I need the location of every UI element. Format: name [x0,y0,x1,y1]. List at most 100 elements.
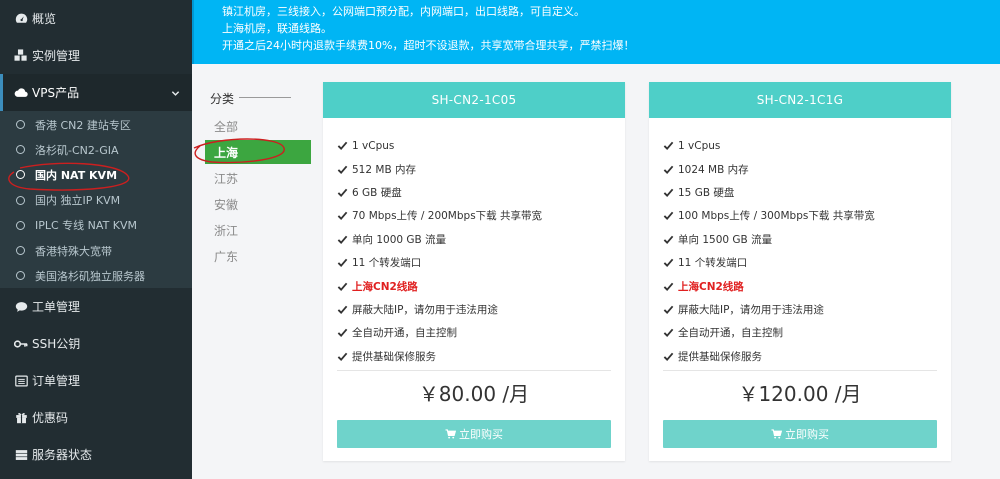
sidebar-item-coupons[interactable]: 优惠码 [0,399,192,436]
feature-text: 1 vCpus [352,139,395,152]
feature-item: 屏蔽大陆IP，请勿用于违法用途 [663,298,951,321]
check-icon [337,212,348,221]
feature-list: 1 vCpus 1024 MB 内存 15 GB 硬盘 100 Mbps上传 /… [649,118,951,368]
submenu-item-hk-cn2[interactable]: 香港 CN2 建站专区 [0,112,192,137]
check-icon [337,188,348,198]
check-icon [337,305,348,314]
feature-item: 全自动开通，自主控制 [663,321,951,344]
submenu-item-la-cn2-gia[interactable]: 洛杉矶-CN2-GIA [0,137,192,162]
product-price: ￥120.00 /月 [738,382,862,406]
category-list: 全部 上海 江苏 安徽 浙江 广东 [205,113,311,269]
feature-text: 1 vCpus [678,139,721,152]
sidebar-item-label: VPS产品 [32,86,80,100]
feature-item: 1024 MB 内存 [663,157,951,180]
submenu-item-us-la-dedicated[interactable]: 美国洛杉矶独立服务器 [0,263,192,288]
category-jiangsu[interactable]: 江苏 [205,165,311,191]
sidebar-item-server-status[interactable]: 服务器状态 [0,436,192,473]
category-shanghai[interactable]: 上海 [205,140,311,164]
category-all[interactable]: 全部 [205,113,311,139]
check-icon [337,282,348,291]
submenu-item-iplc-nat-kvm[interactable]: IPLC 专线 NAT KVM [0,213,192,238]
sidebar-item-ssh-keys[interactable]: SSH公钥 [0,325,192,362]
feature-item: 屏蔽大陆IP，请勿用于违法用途 [337,298,625,321]
submenu-item-label: IPLC 专线 NAT KVM [35,219,138,233]
category-zhejiang[interactable]: 浙江 [205,217,311,243]
feature-text: 屏蔽大陆IP，请勿用于违法用途 [678,303,824,316]
circle-icon [16,170,25,180]
circle-icon [16,120,25,130]
feature-item: 100 Mbps上传 / 300Mbps下载 共享带宽 [663,204,951,227]
sidebar-item-label: 概览 [32,12,57,26]
feature-text: 提供基础保修服务 [678,350,762,363]
feature-item: 1 vCpus [663,134,951,157]
category-anhui[interactable]: 安徽 [205,191,311,217]
submenu-item-label: 美国洛杉矶独立服务器 [35,269,145,283]
key-icon [14,337,28,351]
notice-banner: 镇江机房，三线接入，公网端口预分配，内网端口，出口线路，可自定义。 上海机房，联… [194,0,1000,64]
card-divider [663,370,937,371]
feature-item: 11 个转发端口 [337,251,625,274]
submenu-item-label: 国内 独立IP KVM [35,194,121,208]
check-icon [337,141,348,151]
gift-icon [14,411,28,425]
dashboard-icon [14,12,28,26]
cart-icon [771,429,782,439]
chevron-down-icon [171,87,180,101]
buy-now-button[interactable]: 立即购买 [663,420,937,448]
list-icon [14,374,28,388]
submenu-item-hk-bandwidth[interactable]: 香港特殊大宽带 [0,238,192,263]
check-icon [337,329,348,338]
sidebar-item-tickets[interactable]: 工单管理 [0,288,192,325]
feature-text: 全自动开通，自主控制 [352,327,457,340]
feature-item: 11 个转发端口 [663,251,951,274]
category-guangdong[interactable]: 广东 [205,243,311,269]
feature-text: 11 个转发端口 [352,257,422,270]
check-icon [663,141,674,151]
feature-text: 提供基础保修服务 [352,350,436,363]
buy-now-label: 立即购买 [785,428,829,441]
feature-item: 全自动开通，自主控制 [337,321,625,344]
product-card: SH-CN2-1C1G 1 vCpus 1024 MB 内存 15 GB 硬盘 … [649,82,951,461]
banner-line: 开通之后24小时内退款手续费10%，超时不设退款，共享宽带合理共享，严禁扫爆！ [222,39,635,52]
sidebar-item-label: 服务器状态 [32,448,93,463]
feature-item: 512 MB 内存 [337,157,625,180]
feature-text: 512 MB 内存 [352,163,416,176]
product-price: ￥80.00 /月 [418,382,530,406]
feature-text: 15 GB 硬盘 [678,186,735,199]
buy-now-label: 立即购买 [459,428,503,441]
feature-text: 100 Mbps上传 / 300Mbps下载 共享带宽 [678,210,875,223]
category-divider [239,97,291,98]
submenu-item-domestic-nat-kvm[interactable]: 国内 NAT KVM [0,162,192,187]
feature-text: 70 Mbps上传 / 200Mbps下载 共享带宽 [352,210,543,223]
sidebar-item-vps[interactable]: VPS产品 [0,74,192,111]
feature-text: 上海CN2线路 [352,280,418,293]
check-icon [663,258,674,268]
sidebar-item-orders[interactable]: 订单管理 [0,362,192,399]
submenu-item-label: 香港 CN2 建站专区 [35,118,131,132]
sidebar-item-label: 优惠码 [32,411,69,426]
sidebar: 概览 实例管理 VPS产品 香港 CN2 建站专区 洛杉矶-CN2-GIA 国内… [0,0,192,479]
server-icon [14,448,28,462]
feature-item-highlight: 上海CN2线路 [337,274,625,297]
circle-icon [16,271,25,281]
buy-now-button[interactable]: 立即购买 [337,420,611,448]
sidebar-item-instances[interactable]: 实例管理 [0,37,192,74]
feature-item: 70 Mbps上传 / 200Mbps下载 共享带宽 [337,204,625,227]
sidebar-item-label: SSH公钥 [32,337,81,352]
check-icon [663,235,674,244]
card-divider [337,370,611,371]
check-icon [337,352,348,361]
sidebar-item-overview[interactable]: 概览 [0,0,192,37]
check-icon [663,282,674,291]
feature-item: 单向 1500 GB 流量 [663,228,951,251]
submenu-item-label: 香港特殊大宽带 [35,244,112,258]
check-icon [663,165,674,174]
check-icon [663,188,674,198]
feature-item: 提供基础保修服务 [337,345,625,368]
product-name: SH-CN2-1C1G [649,82,951,118]
check-icon [337,258,348,268]
cart-icon [445,429,456,439]
feature-text: 1024 MB 内存 [678,163,749,176]
product-name: SH-CN2-1C05 [323,82,625,118]
submenu-item-domestic-ip-kvm[interactable]: 国内 独立IP KVM [0,188,192,213]
